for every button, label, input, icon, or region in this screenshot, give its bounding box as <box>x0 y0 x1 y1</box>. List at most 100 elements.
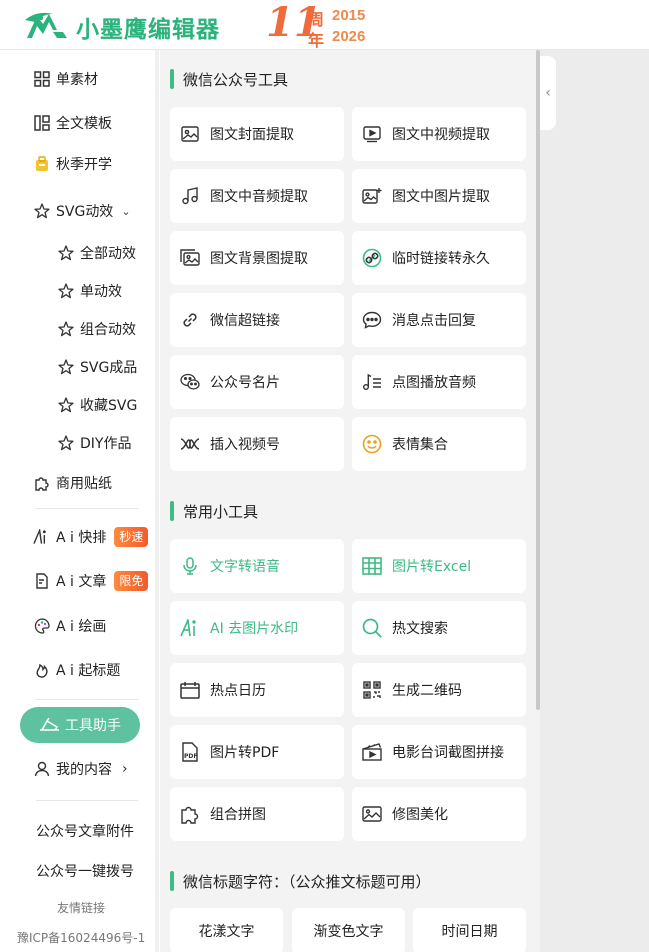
card-account-card[interactable]: 公众号名片 <box>170 355 344 409</box>
card-label: 临时链接转永久 <box>392 251 490 267</box>
link-attachment[interactable]: 公众号文章附件 <box>36 821 134 841</box>
card-label: 图文中图片提取 <box>392 189 490 205</box>
sidebar-item-ai-title[interactable]: A i 起标题 <box>33 657 120 683</box>
right-panel <box>540 50 649 952</box>
sidebar-item-label: 全文模板 <box>56 116 112 132</box>
card-label: 组合拼图 <box>210 807 266 823</box>
card-video-channel[interactable]: 插入视频号 <box>170 417 344 471</box>
sidebar-item-svg[interactable]: SVG动效 ⌄ <box>33 198 131 224</box>
link-one-click-dial[interactable]: 公众号一键拨号 <box>36 861 134 881</box>
star-icon <box>57 359 74 376</box>
sidebar-item-label: SVG动效 <box>56 204 114 220</box>
card-movie-subtitle[interactable]: 电影台词截图拼接 <box>352 725 526 779</box>
card-label: 图片转PDF <box>210 745 280 761</box>
sidebar-sub-combo-effect[interactable]: 组合动效 <box>57 316 136 342</box>
link-icon <box>180 310 200 330</box>
star-icon <box>57 397 74 414</box>
divider <box>36 800 138 801</box>
sidebar-item-label: 我的内容 <box>56 762 112 778</box>
search-icon <box>362 618 382 638</box>
card-hot-search[interactable]: 热文搜索 <box>352 601 526 655</box>
brush-icon <box>39 717 61 733</box>
sidebar-sub-label: DIY作品 <box>80 436 132 452</box>
sidebar-sub-label: SVG成品 <box>80 360 138 376</box>
sidebar-item-ai-layout[interactable]: A i 快排 秒速 <box>33 524 149 550</box>
star-icon <box>57 435 74 452</box>
smile-icon <box>362 434 382 454</box>
sidebar-scrollbar[interactable] <box>155 50 159 952</box>
section-marker <box>170 501 174 521</box>
card-label: 图文中视频提取 <box>392 127 490 143</box>
svg-text:PDF: PDF <box>184 753 197 760</box>
sidebar-item-single-material[interactable]: 单素材 <box>33 66 98 92</box>
sidebar-item-autumn[interactable]: 秋季开学 <box>33 151 112 177</box>
top-header: 小墨鹰编辑器 11 周 年 2015 2026 <box>0 0 649 50</box>
card-label: 热文搜索 <box>392 621 448 637</box>
section-title-text: 常用小工具 <box>183 502 259 521</box>
sidebar-sub-all-effects[interactable]: 全部动效 <box>57 240 136 266</box>
card-audio-extract[interactable]: 图文中音频提取 <box>170 169 344 223</box>
card-bg-extract[interactable]: 图文背景图提取 <box>170 231 344 285</box>
card-collage[interactable]: 组合拼图 <box>170 787 344 841</box>
card-label: 花漾文字 <box>198 924 255 940</box>
sidebar-item-label: 单素材 <box>56 72 98 88</box>
sidebar: 单素材 全文模板 秋季开学 SVG动效 ⌄ 全部动效 单动效 组合动效 SVG成… <box>0 50 160 952</box>
section-title-text: 微信公众号工具 <box>183 70 289 89</box>
main-panel: 微信公众号工具 图文封面提取 图文中视频提取 图文中音频提取 图文中图片提取 图… <box>160 50 540 952</box>
music-icon <box>180 186 200 206</box>
card-emoji[interactable]: 表情集合 <box>352 417 526 471</box>
card-hot-calendar[interactable]: 热点日历 <box>170 663 344 717</box>
card-video-extract[interactable]: 图文中视频提取 <box>352 107 526 161</box>
card-image-extract[interactable]: 图文中图片提取 <box>352 169 526 223</box>
sidebar-sub-favorite-svg[interactable]: 收藏SVG <box>57 392 137 418</box>
video-icon <box>362 124 382 144</box>
wechat-icon <box>180 372 200 392</box>
icp-record[interactable]: 豫ICP备16024496号-1 <box>17 929 145 946</box>
card-label: 图文封面提取 <box>210 127 294 143</box>
collapse-panel-button[interactable]: ‹ <box>540 56 556 130</box>
sidebar-item-ai-painting[interactable]: A i 绘画 <box>33 613 106 639</box>
sidebar-item-label: A i 绘画 <box>56 619 107 635</box>
card-click-reply[interactable]: 消息点击回复 <box>352 293 526 347</box>
sidebar-sub-svg-finished[interactable]: SVG成品 <box>57 354 137 380</box>
section-title: 微信公众号工具 <box>170 68 288 90</box>
tool-helper-button[interactable]: 工具助手 <box>20 707 140 743</box>
sidebar-sub-single-effect[interactable]: 单动效 <box>57 278 122 304</box>
card-ai-watermark[interactable]: AI 去图片水印 <box>170 601 344 655</box>
sidebar-item-my-content[interactable]: 我的内容 › <box>33 756 128 782</box>
card-gradient-text[interactable]: 渐变色文字 <box>292 908 405 952</box>
link-circle-icon <box>362 248 382 268</box>
card-image-to-excel[interactable]: 图片转Excel <box>352 539 526 593</box>
mic-icon <box>180 556 200 576</box>
sidebar-item-ai-article[interactable]: A i 文章 限免 <box>33 568 149 594</box>
friend-links[interactable]: 友情链接 <box>57 899 105 916</box>
card-fancy-text[interactable]: 花漾文字 <box>170 908 283 952</box>
card-image-to-pdf[interactable]: PDF 图片转PDF <box>170 725 344 779</box>
template-icon <box>33 115 50 132</box>
sidebar-sub-diy[interactable]: DIY作品 <box>57 430 131 456</box>
image-plus-icon <box>362 186 382 206</box>
section-marker <box>170 871 174 891</box>
card-photo-beautify[interactable]: 修图美化 <box>352 787 526 841</box>
card-date-time[interactable]: 时间日期 <box>413 908 526 952</box>
brand-name[interactable]: 小墨鹰编辑器 <box>76 10 220 44</box>
card-label: 微信超链接 <box>210 313 280 329</box>
puzzle-icon <box>33 475 50 492</box>
card-label: 电影台词截图拼接 <box>392 745 504 761</box>
document-icon <box>33 573 50 590</box>
grid-icon <box>33 71 50 88</box>
sidebar-sub-label: 单动效 <box>80 284 122 300</box>
card-hyperlink[interactable]: 微信超链接 <box>170 293 344 347</box>
section-title: 微信标题字符：（公众推文标题可用） <box>170 870 431 892</box>
sidebar-item-label: 秋季开学 <box>56 157 112 173</box>
eagle-logo-icon[interactable] <box>23 8 71 42</box>
card-text-to-speech[interactable]: 文字转语音 <box>170 539 344 593</box>
card-label: 消息点击回复 <box>392 313 476 329</box>
card-cover-extract[interactable]: 图文封面提取 <box>170 107 344 161</box>
card-click-audio[interactable]: 点图播放音频 <box>352 355 526 409</box>
sidebar-item-full-template[interactable]: 全文模板 <box>33 110 112 136</box>
card-qrcode[interactable]: 生成二维码 <box>352 663 526 717</box>
card-temp-link[interactable]: 临时链接转永久 <box>352 231 526 285</box>
chat-icon <box>362 310 382 330</box>
sidebar-item-sticker[interactable]: 商用贴纸 <box>33 470 112 496</box>
